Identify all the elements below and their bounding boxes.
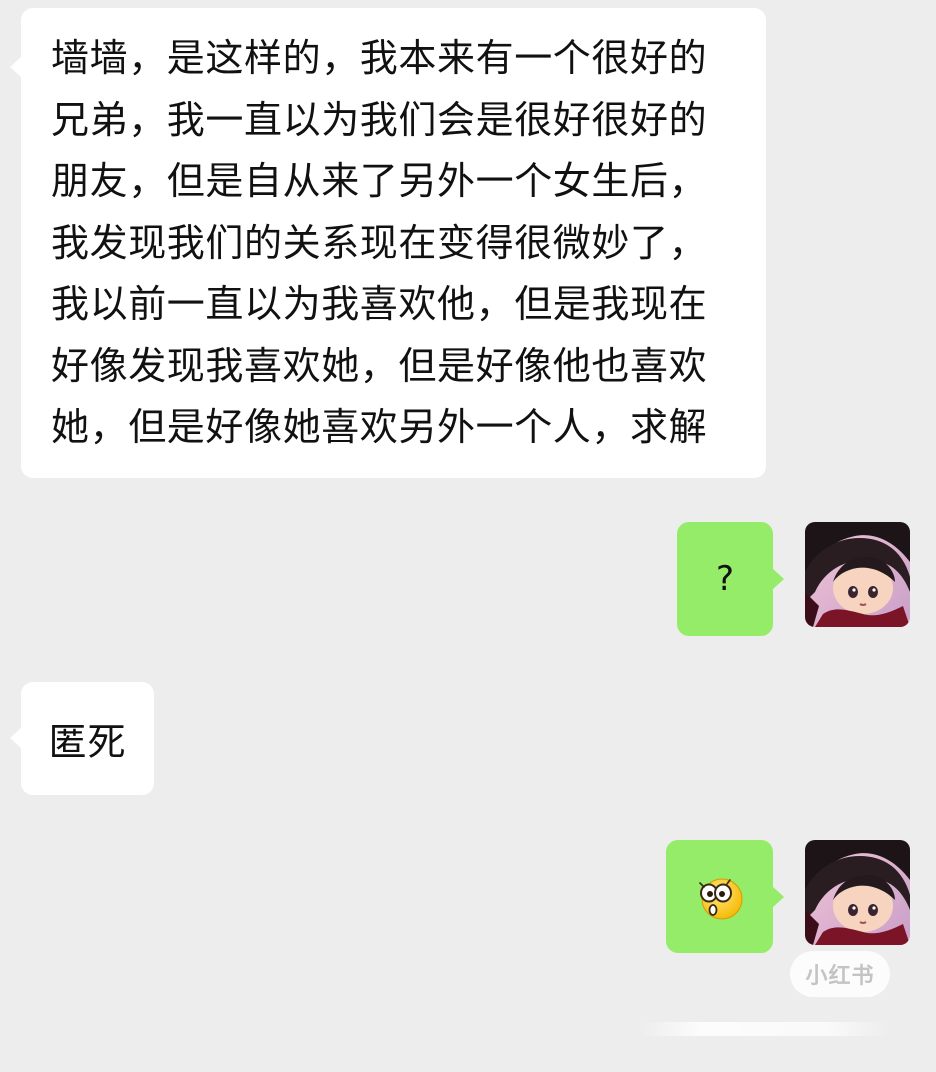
message-line: 好像发现我喜欢她，但是好像他也喜欢 bbox=[51, 343, 708, 388]
message-text: 匿死 bbox=[48, 720, 127, 764]
anime-character-avatar-icon bbox=[805, 522, 910, 627]
avatar[interactable] bbox=[805, 840, 910, 945]
outgoing-message-bubble[interactable]: ? bbox=[677, 522, 784, 636]
shocked-face-emoji-icon bbox=[698, 878, 742, 919]
message-line: 她，但是好像她喜欢另外一个人，求解 bbox=[51, 405, 708, 449]
bubble-tail bbox=[772, 568, 784, 590]
message-line: 我发现我们的关系现在变得很微妙了， bbox=[51, 220, 708, 265]
anime-character-avatar-icon bbox=[805, 840, 910, 945]
avatar[interactable] bbox=[805, 522, 910, 627]
message-line: 我以前一直以为我喜欢他，但是我现在 bbox=[51, 282, 708, 326]
blurred-strip bbox=[640, 1022, 890, 1036]
message-line: 墙墙，是这样的，我本来有一个很好的 bbox=[51, 36, 708, 80]
incoming-message-bubble[interactable]: 匿死 bbox=[10, 682, 154, 795]
message-line: 兄弟，我一直以为我们会是很好很好的 bbox=[51, 97, 708, 142]
bubble-tail bbox=[10, 727, 22, 749]
outgoing-message-bubble[interactable] bbox=[666, 840, 784, 953]
incoming-message-bubble[interactable]: 墙墙，是这样的，我本来有一个很好的 兄弟，我一直以为我们会是很好很好的 朋友，但… bbox=[10, 8, 766, 478]
xiaohongshu-watermark: 小红书 bbox=[790, 951, 890, 997]
watermark-text: 小红书 bbox=[805, 964, 875, 989]
bubble-tail bbox=[772, 886, 784, 908]
bubble-tail bbox=[10, 56, 22, 78]
message-line: 朋友，但是自从来了另外一个女生后， bbox=[51, 159, 708, 203]
message-text: ? bbox=[715, 559, 735, 599]
